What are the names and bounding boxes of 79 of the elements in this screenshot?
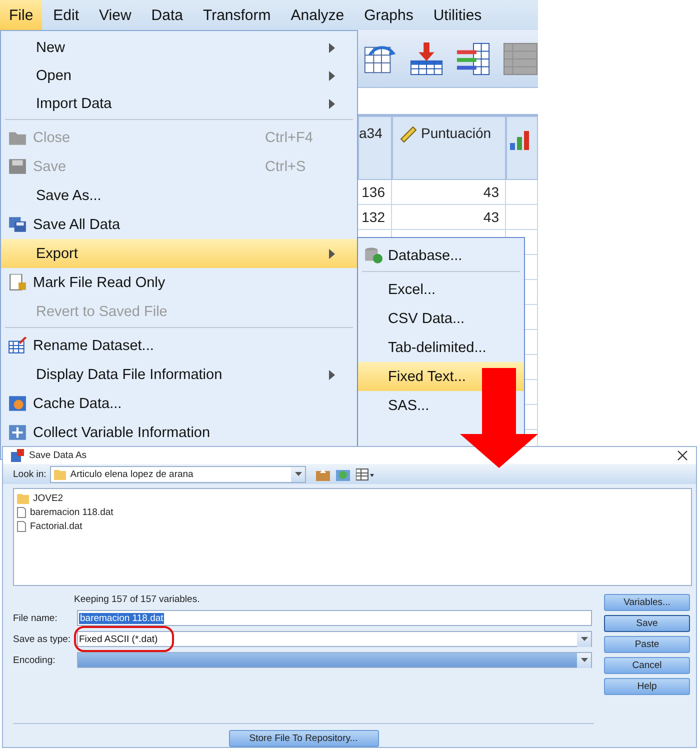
menu-item[interactable]: Tab-delimited... [358,333,524,362]
close-icon[interactable] [677,450,688,462]
menu-bar-item[interactable]: Utilities [424,0,491,30]
menu-bar-item[interactable]: Analyze [282,0,354,30]
table-pencil-icon [8,337,26,354]
menu-item[interactable]: Rename Dataset... [1,331,357,360]
dialog-button[interactable]: Save [604,615,690,632]
down-arrow-table-icon[interactable] [409,40,444,76]
folder-icon [54,468,66,480]
database-icon [364,247,382,264]
folder-icon [8,129,26,146]
dialog-button[interactable]: Paste [604,636,690,653]
ruler-icon [399,125,417,143]
folder-icon [17,492,29,504]
menu-item[interactable]: Display Data File Information [1,360,357,389]
menu-item[interactable]: Mark File Read Only [1,268,357,297]
disks-icon [8,216,26,233]
column-header[interactable] [506,116,538,180]
window-icon [8,395,26,412]
dropdown-field[interactable]: Fixed ASCII (*.dat) [77,631,592,647]
app-icon [11,449,24,462]
document-icon [17,520,26,532]
up-folder-icon[interactable] [316,468,330,481]
dialog-button[interactable]: Help [604,678,690,695]
dropdown-button[interactable] [577,632,591,646]
submenu-arrow-icon [329,248,335,258]
field-label: Save as type: [13,634,72,644]
table-cell: 43 [392,180,506,205]
look-in-label: Look in: [13,468,46,480]
repository-button[interactable]: Store File To Repository... [228,730,378,747]
caret-icon [580,658,588,662]
bar-chart-icon [509,129,531,151]
dialog-button[interactable]: Cancel [604,657,690,674]
menu-bar-item[interactable]: View [90,0,140,30]
submenu-arrow-icon [329,71,335,81]
caret-icon [580,637,588,641]
menu-item[interactable]: SAS... [358,391,524,420]
menu-item[interactable]: CSV Data... [358,304,524,333]
submenu-arrow-icon [329,99,335,109]
table-icon [503,40,538,76]
dropdown-field[interactable] [77,652,592,668]
menu-bar-item[interactable]: File [0,0,42,30]
window-title: Save Data As [29,450,88,462]
caret-icon [294,472,302,476]
menu-item[interactable]: Excel... [358,275,524,304]
list-entry[interactable]: JOVE2 [17,492,688,504]
dialog-button[interactable]: Variables... [604,594,690,611]
menu-item[interactable]: Save As... [1,181,357,210]
field-label: Encoding: [13,654,56,666]
view-menu-icon[interactable] [356,468,374,481]
dropdown-button[interactable] [577,652,591,668]
document-icon [17,506,26,518]
status-text: Keeping 157 of 157 variables. [73,594,201,605]
column-header[interactable]: a34 [358,116,392,180]
menu-item[interactable]: Cache Data... [1,389,357,418]
table-cell: 43 [392,205,506,230]
field-label: File name: [13,612,58,624]
menu-item[interactable]: Database... [358,241,524,270]
dropdown-button[interactable] [291,466,306,482]
submenu-arrow-icon [329,370,335,380]
menu-bar-item[interactable]: Graphs [355,0,422,30]
menu-bar-item[interactable]: Transform [194,0,280,30]
submenu-arrow-icon [329,43,335,53]
list-entry[interactable]: baremacion 118.dat [17,506,688,518]
input-field[interactable]: baremacion 118.dat [77,610,592,626]
look-in-dropdown[interactable]: Articulo elena lopez de arana [50,466,306,483]
menu-bar-item[interactable]: Edit [44,0,88,30]
menu-item[interactable]: New [1,34,357,62]
menu-item[interactable]: Export [1,239,357,268]
column-header[interactable]: Puntuación [392,116,506,180]
bars-table-icon[interactable] [456,40,491,76]
menu-item[interactable]: Collect Variable Information [1,418,357,447]
list-entry[interactable]: Factorial.dat [17,520,688,532]
document-lock-icon [8,274,26,291]
menu-item[interactable]: Open [1,62,357,90]
menu-item[interactable]: Import Data [1,90,357,118]
menu-item[interactable]: Save All Data [1,210,357,239]
grid-icon [8,424,26,441]
menu-bar-item[interactable]: Data [142,0,192,30]
